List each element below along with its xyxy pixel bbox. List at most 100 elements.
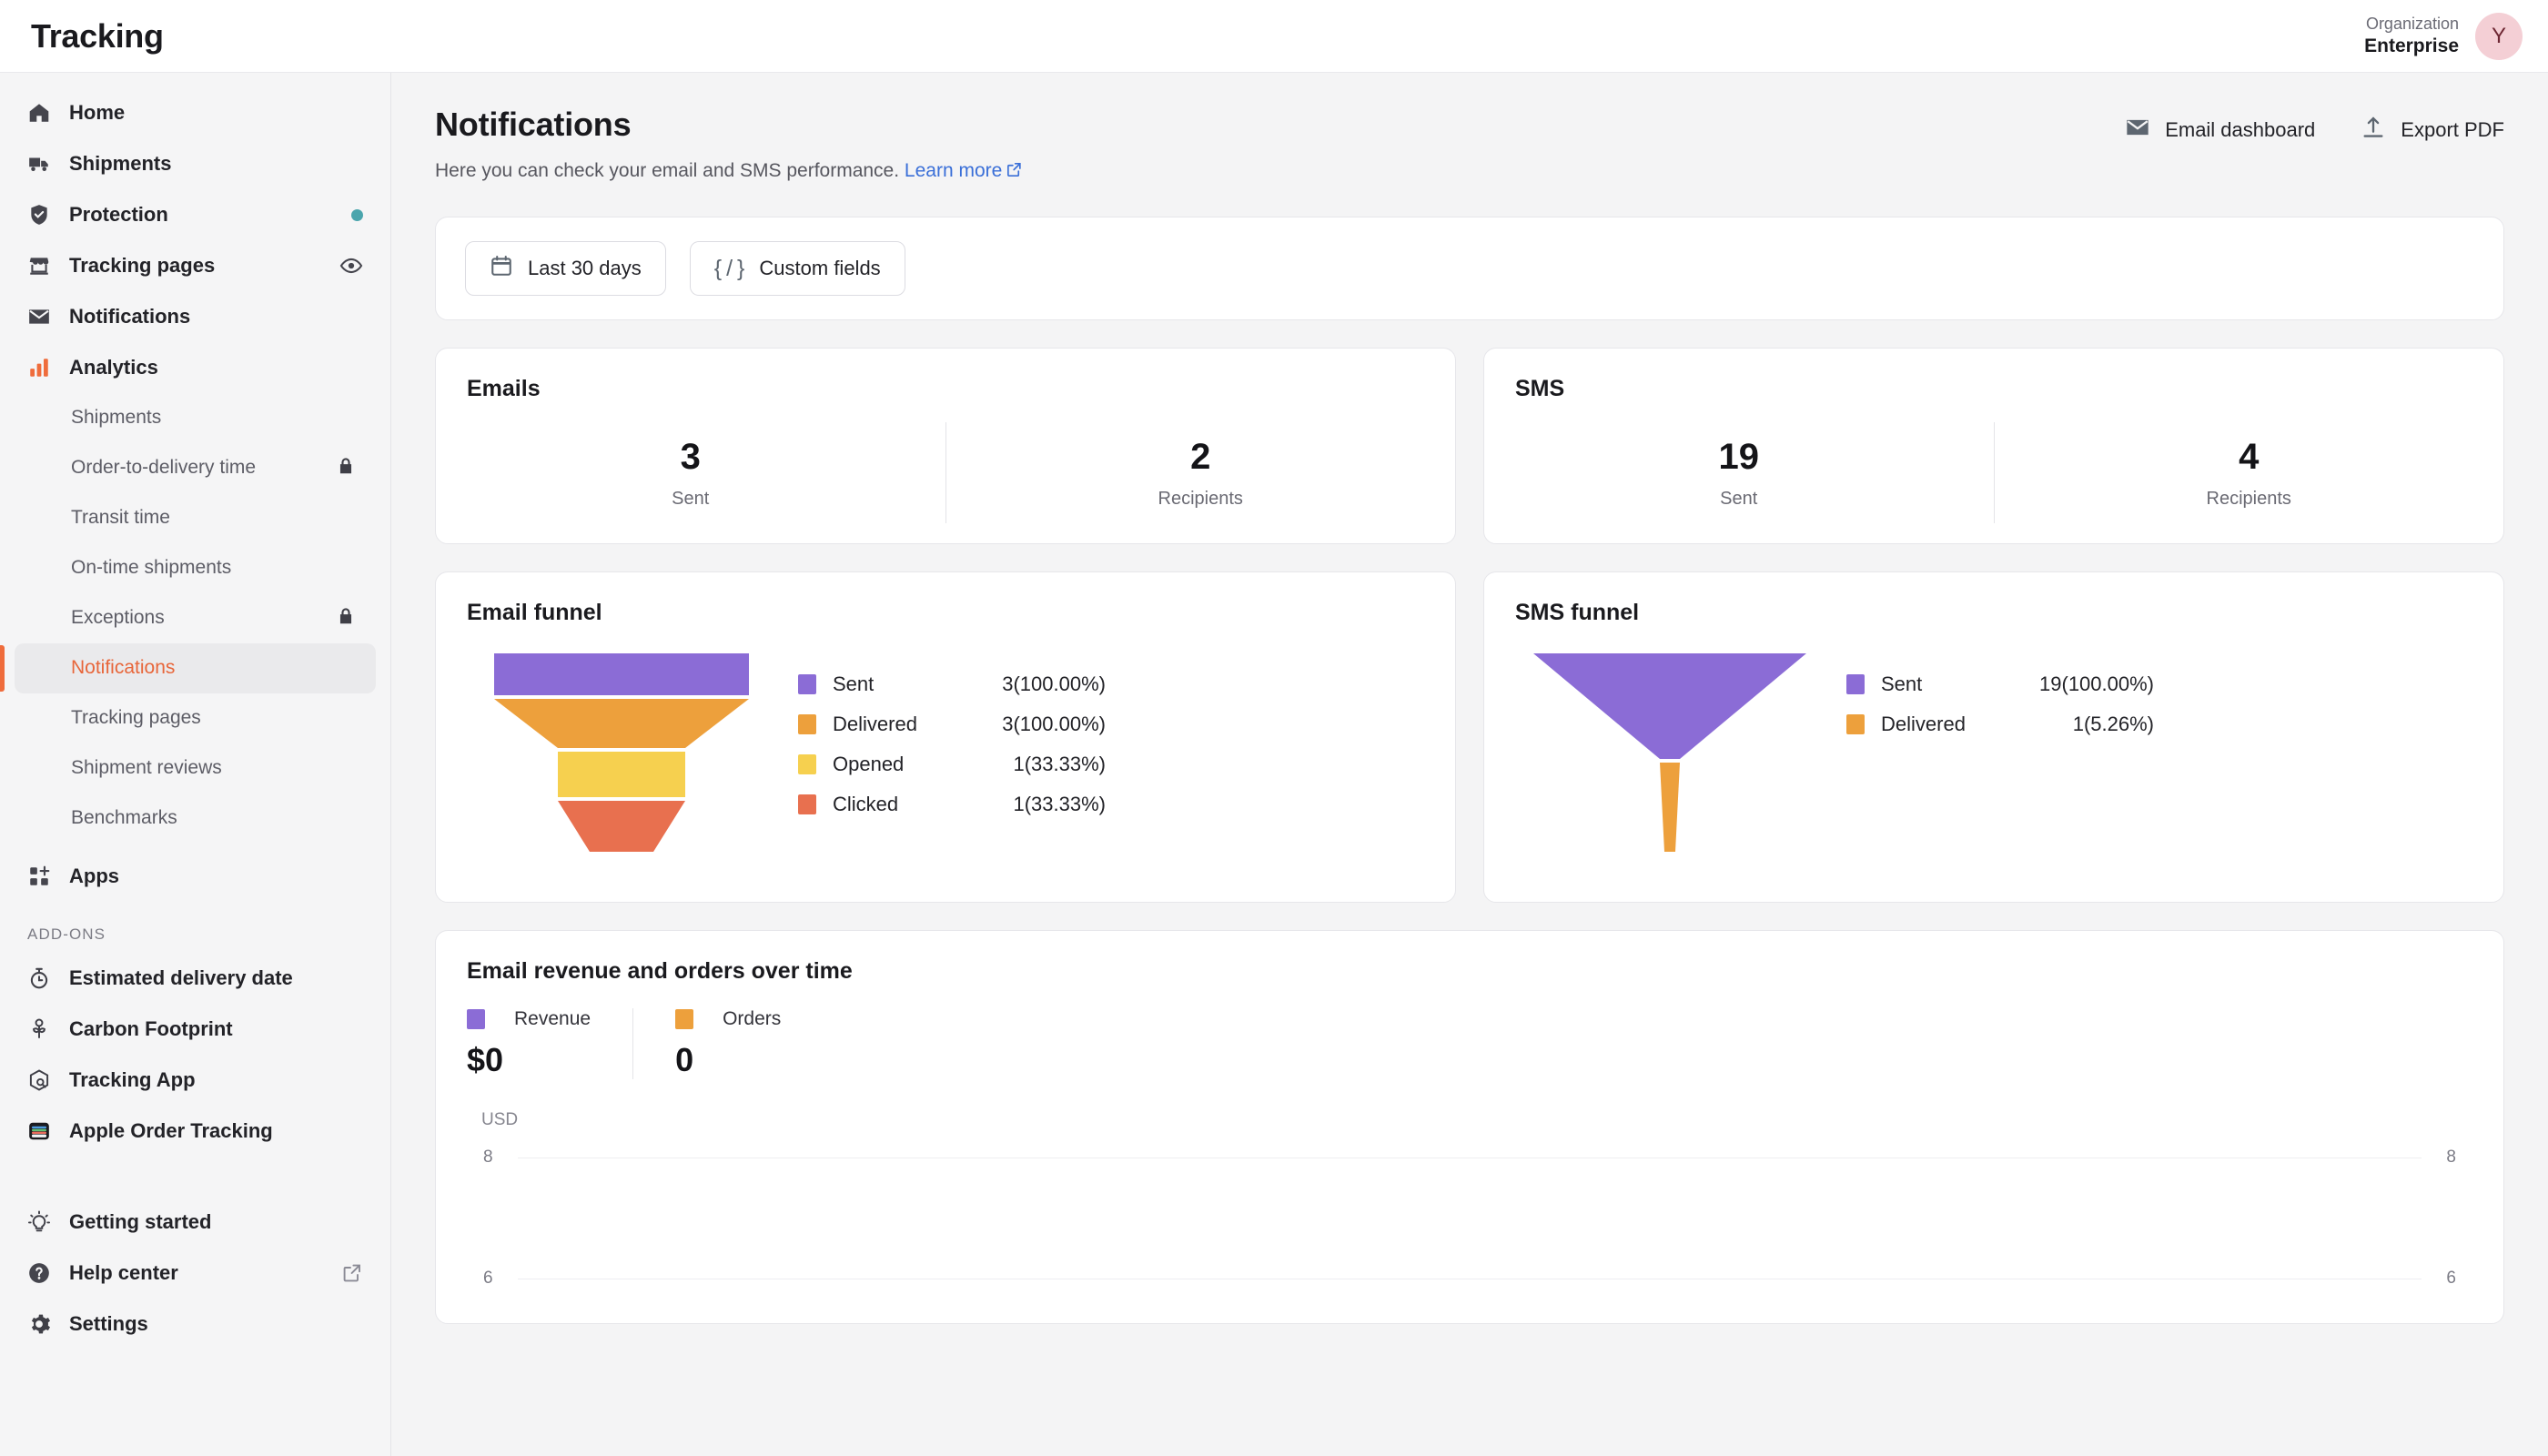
- legend-swatch: [675, 1009, 694, 1029]
- sidebar-item-analytics-notifications[interactable]: Notifications: [0, 643, 376, 693]
- legend-label: Opened: [833, 753, 905, 775]
- unread-indicator: [351, 208, 363, 221]
- sidebar-item-label: Tracking pages: [69, 254, 216, 277]
- legend-item: Opened 1(33.33%): [798, 744, 1424, 784]
- sidebar-item-estimated-delivery-date[interactable]: Estimated delivery date: [0, 953, 390, 1004]
- sidebar-item-apps[interactable]: Apps: [0, 851, 390, 902]
- organization-switcher[interactable]: Organization Enterprise Y: [2364, 12, 2523, 60]
- stat-emails-recipients: 2 Recipients: [946, 402, 1456, 543]
- revenue-legend: Revenue $0 Orders 0: [436, 985, 2503, 1079]
- stat-value: 19: [1718, 436, 1760, 477]
- email-dashboard-label: Email dashboard: [2165, 118, 2316, 141]
- stopwatch-icon: [27, 966, 51, 990]
- sidebar-subitem-label: Shipment reviews: [71, 757, 222, 779]
- stat-value: 2: [1190, 436, 1211, 477]
- sidebar-subitem-label: Tracking pages: [71, 707, 201, 729]
- sidebar-item-order-to-delivery-time[interactable]: Order-to-delivery time: [15, 443, 376, 493]
- sidebar-item-tracking-pages[interactable]: Tracking pages: [0, 240, 390, 291]
- legend-label: Sent: [1881, 672, 1923, 695]
- legend-swatch: [467, 1009, 485, 1029]
- storefront-icon: [27, 254, 51, 278]
- card-title: Emails: [467, 376, 541, 401]
- emails-stat-card: Emails 3 Sent 2 Recipients: [435, 348, 1456, 544]
- sidebar-item-label: Notifications: [69, 305, 191, 328]
- legend-value: 3(100.00%): [1002, 713, 1106, 735]
- sidebar-item-tracking-app[interactable]: Tracking App: [0, 1055, 390, 1106]
- envelope-icon: [2125, 115, 2150, 146]
- custom-fields-filter[interactable]: { / } Custom fields: [689, 241, 905, 296]
- stat-label: Recipients: [1158, 488, 1243, 509]
- y-tick-right: 6: [2446, 1269, 2456, 1288]
- date-range-label: Last 30 days: [528, 257, 642, 279]
- external-link-icon[interactable]: [1006, 161, 1023, 184]
- sidebar-subitem-label: Transit time: [71, 507, 170, 529]
- learn-more-link[interactable]: Learn more: [905, 160, 1002, 181]
- page-title: Notifications: [435, 106, 632, 143]
- sidebar-item-shipments[interactable]: Shipments: [0, 138, 390, 189]
- sidebar-item-analytics[interactable]: Analytics: [0, 342, 390, 393]
- sidebar-item-apple-order-tracking[interactable]: Apple Order Tracking: [0, 1106, 390, 1157]
- card-title: SMS funnel: [1515, 600, 1640, 625]
- organization-name: Enterprise: [2364, 35, 2459, 56]
- y-tick-left: 8: [483, 1148, 493, 1167]
- email-revenue-card: Email revenue and orders over time Reven…: [435, 930, 2504, 1324]
- sidebar-subitem-label: Shipments: [71, 407, 162, 429]
- sidebar-item-analytics-tracking-pages[interactable]: Tracking pages: [15, 693, 376, 743]
- email-funnel-card: Email funnel Sent 3(100.00%) Delivered 3…: [435, 571, 1456, 903]
- legend-label: Delivered: [833, 713, 917, 735]
- lock-icon: [336, 606, 356, 632]
- sidebar-item-on-time-shipments[interactable]: On-time shipments: [15, 543, 376, 593]
- legend-value: 19(100.00%): [2039, 672, 2154, 695]
- curly-slash-icon: { / }: [713, 255, 745, 281]
- sidebar-item-notifications[interactable]: Notifications: [0, 291, 390, 342]
- funnel-segment-delivered: [494, 699, 749, 748]
- avatar[interactable]: Y: [2475, 12, 2523, 60]
- sidebar-item-protection[interactable]: Protection: [0, 189, 390, 240]
- sidebar-item-label: Apple Order Tracking: [69, 1119, 273, 1142]
- lock-icon: [336, 456, 356, 481]
- sidebar-subitem-label: On-time shipments: [71, 557, 232, 579]
- funnel-segment-opened: [558, 752, 685, 797]
- sidebar-item-label: Tracking App: [69, 1068, 196, 1091]
- eye-icon[interactable]: [339, 254, 363, 278]
- legend-label: Clicked: [833, 793, 899, 815]
- legend-label: Revenue: [514, 1008, 592, 1029]
- legend-swatch: [798, 754, 816, 774]
- sidebar-item-home[interactable]: Home: [0, 87, 390, 138]
- legend-label: Orders: [723, 1008, 782, 1029]
- sms-funnel-card: SMS funnel Sent 19(100.00%) Delivered 1(…: [1483, 571, 2504, 903]
- y-tick-right: 8: [2446, 1148, 2456, 1167]
- calendar-icon: [490, 254, 513, 283]
- revenue-total: $0: [467, 1041, 504, 1078]
- legend-item: Sent 19(100.00%): [1846, 664, 2472, 704]
- sidebar-item-help-center[interactable]: Help center: [0, 1248, 390, 1299]
- export-pdf-button[interactable]: Export PDF: [2361, 115, 2504, 146]
- card-title: Email funnel: [467, 600, 602, 625]
- sidebar-item-exceptions[interactable]: Exceptions: [15, 593, 376, 643]
- sidebar-item-shipment-reviews[interactable]: Shipment reviews: [15, 743, 376, 794]
- sidebar-item-label: Shipments: [69, 152, 172, 175]
- stat-sms-recipients: 4 Recipients: [1995, 402, 2504, 543]
- app-title: Tracking: [31, 16, 164, 55]
- gear-icon: [27, 1312, 51, 1336]
- shield-check-icon: [27, 203, 51, 227]
- email-dashboard-button[interactable]: Email dashboard: [2125, 115, 2315, 146]
- sidebar-item-analytics-shipments[interactable]: Shipments: [15, 393, 376, 443]
- date-range-filter[interactable]: Last 30 days: [465, 241, 666, 296]
- card-title: Email revenue and orders over time: [467, 958, 853, 984]
- sidebar-item-getting-started[interactable]: Getting started: [0, 1197, 390, 1248]
- sidebar-item-carbon-footprint[interactable]: Carbon Footprint: [0, 1004, 390, 1055]
- sidebar-item-benchmarks[interactable]: Benchmarks: [15, 794, 376, 844]
- external-link-icon[interactable]: [341, 1262, 363, 1284]
- sidebar-item-settings[interactable]: Settings: [0, 1299, 390, 1350]
- plant-icon: [27, 1017, 51, 1041]
- sidebar-item-label: Carbon Footprint: [69, 1017, 233, 1040]
- sidebar-subitem-label: Exceptions: [71, 607, 165, 629]
- sidebar-item-transit-time[interactable]: Transit time: [15, 493, 376, 543]
- page-header: Notifications Here you can check your em…: [435, 106, 2504, 184]
- legend-value: 1(5.26%): [2072, 713, 2154, 735]
- legend-label: Delivered: [1881, 713, 1966, 735]
- legend-swatch: [798, 674, 816, 694]
- legend-swatch: [798, 714, 816, 734]
